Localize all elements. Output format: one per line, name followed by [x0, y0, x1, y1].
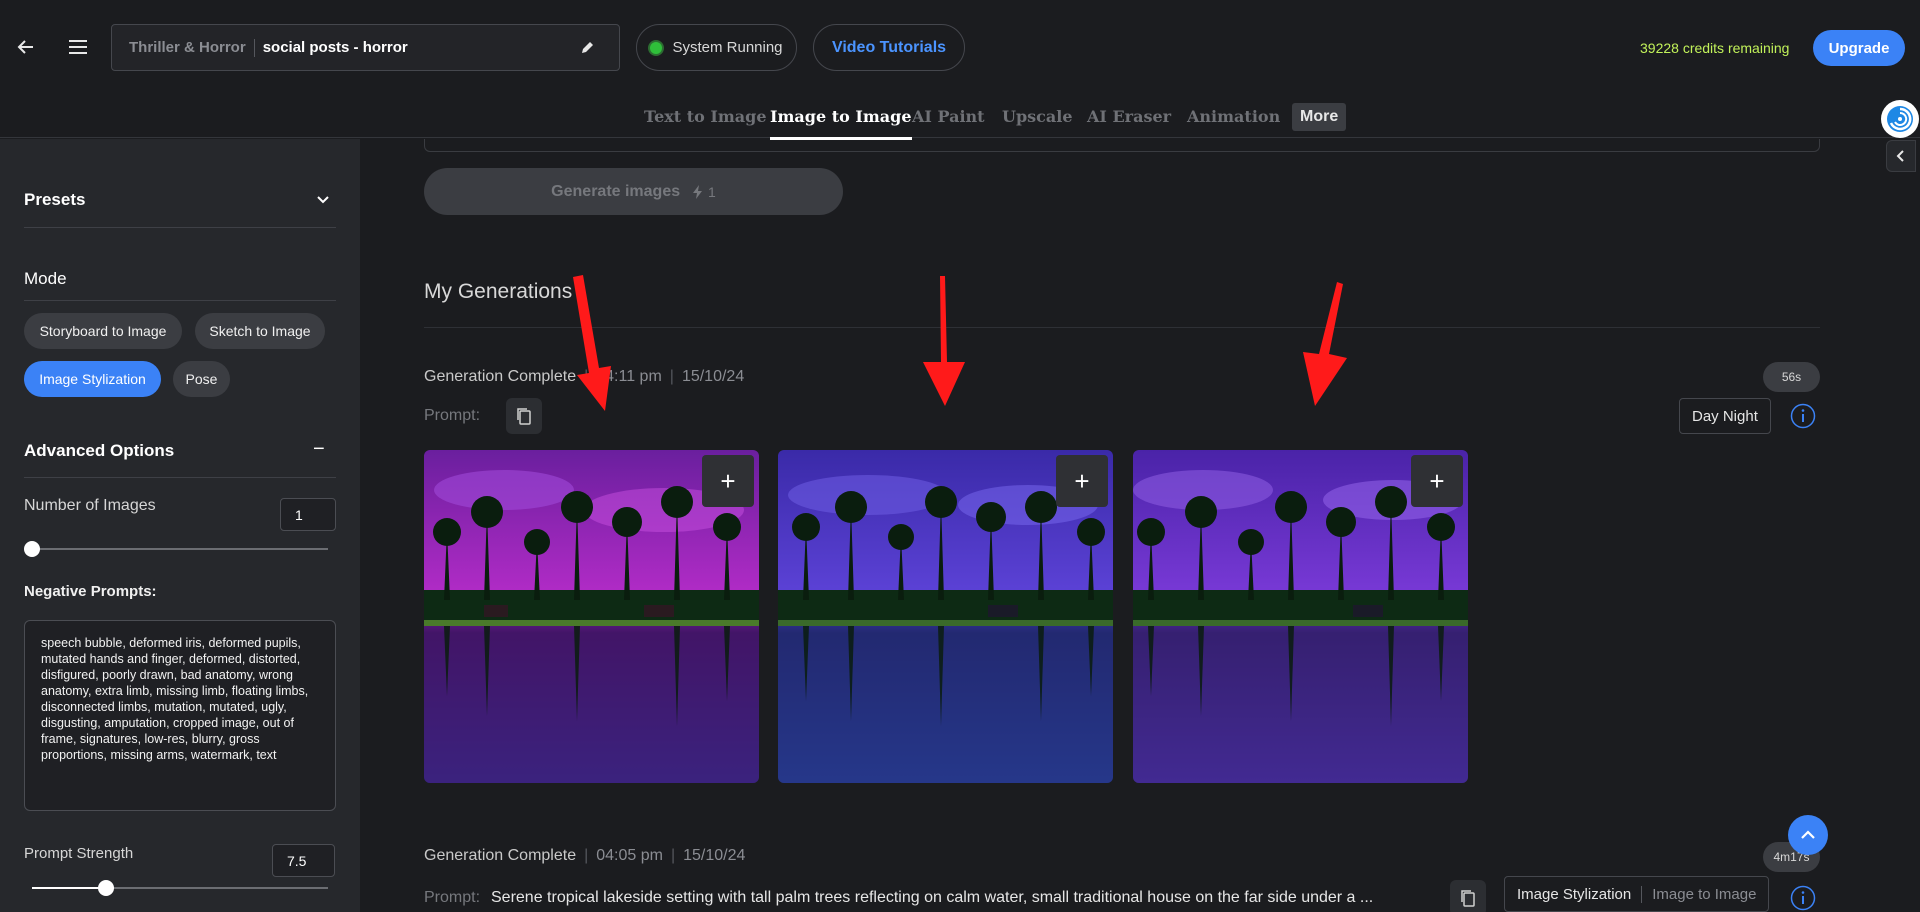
generate-label: Generate images	[551, 182, 681, 200]
mode-storyboard-to-image[interactable]: Storyboard to Image	[24, 313, 182, 349]
chevron-down-icon[interactable]	[315, 192, 331, 208]
mode-sketch-to-image[interactable]: Sketch to Image	[195, 313, 325, 349]
add-plus-button[interactable]: +	[702, 455, 754, 507]
brand-logo-icon[interactable]	[1881, 100, 1919, 138]
divider	[24, 227, 336, 228]
slider-thumb[interactable]	[98, 880, 114, 896]
generation-date: 15/10/24	[683, 847, 746, 864]
hamburger-menu-icon[interactable]	[64, 33, 92, 61]
mode-title: Mode	[24, 269, 67, 288]
collapse-minus-icon[interactable]: −	[313, 438, 325, 461]
project-name: social posts - horror	[262, 39, 408, 56]
mode-tag-label: Image Stylization	[1517, 885, 1632, 903]
credits-remaining: 39228 credits remaining	[1640, 40, 1790, 56]
tool-tabs: Text to Image Image to Image AI Paint Up…	[0, 100, 1920, 140]
prompt-label: Prompt:	[424, 407, 481, 424]
info-icon[interactable]	[1790, 403, 1816, 429]
divider	[24, 300, 336, 301]
status-text: Generation Complete	[424, 368, 577, 385]
tab-upscale[interactable]: Upscale	[1002, 107, 1073, 126]
red-annotation-arrow	[573, 275, 611, 411]
generated-image[interactable]: +	[778, 450, 1113, 783]
scroll-to-top-button[interactable]	[1788, 815, 1828, 855]
divider	[24, 477, 336, 478]
prompt-strength-label: Prompt Strength	[24, 845, 134, 862]
prompt-box-edge	[424, 139, 1820, 152]
status-dot-icon	[650, 41, 663, 54]
prompt-strength-slider[interactable]	[32, 880, 328, 896]
lightning-icon	[693, 184, 703, 199]
pencil-edit-icon[interactable]	[577, 38, 597, 58]
advanced-options-title[interactable]: Advanced Options	[24, 441, 174, 461]
copy-prompt-icon[interactable]	[506, 398, 542, 434]
status-text: Generation Complete	[424, 847, 577, 864]
prompt-text: Serene tropical lakeside setting with ta…	[491, 889, 1374, 906]
presets-title[interactable]: Presets	[24, 190, 85, 210]
tab-more[interactable]: More	[1292, 103, 1347, 131]
system-status-label: System Running	[672, 39, 783, 56]
credit-cost-value: 1	[708, 183, 716, 200]
app-window: Thriller & Horror social posts - horror …	[0, 0, 1920, 912]
generation-time: 04:05 pm	[596, 847, 663, 864]
project-category: Thriller & Horror	[112, 38, 255, 57]
collapse-panel-button[interactable]	[1886, 140, 1916, 172]
video-tutorials-button[interactable]: Video Tutorials	[813, 24, 965, 71]
mode-tag[interactable]: Image Stylization Image to Image	[1504, 876, 1770, 912]
style-tag-label: Day Night	[1692, 407, 1758, 425]
top-bar: Thriller & Horror social posts - horror …	[0, 0, 1920, 140]
tool-tag-label: Image to Image	[1641, 885, 1756, 903]
back-arrow-icon[interactable]	[12, 33, 40, 61]
duration-badge: 56s	[1763, 362, 1820, 392]
style-tag[interactable]: Day Night	[1679, 398, 1771, 434]
number-of-images-input[interactable]: 1	[280, 498, 336, 531]
tab-image-to-image[interactable]: Image to Image	[770, 107, 912, 140]
slider-fill	[32, 887, 106, 889]
info-icon[interactable]	[1790, 885, 1816, 911]
add-plus-button[interactable]: +	[1411, 455, 1463, 507]
red-annotation-arrow	[923, 276, 965, 406]
system-status-pill: System Running	[636, 24, 797, 71]
tab-text-to-image[interactable]: Text to Image	[644, 107, 767, 126]
settings-sidebar: Presets Mode Storyboard to Image Sketch …	[0, 139, 360, 912]
upgrade-button[interactable]: Upgrade	[1813, 30, 1905, 66]
my-generations-title: My Generations	[424, 280, 573, 303]
prompt-label: Prompt:	[424, 889, 481, 906]
negative-prompts-textarea[interactable]: speech bubble, deformed iris, deformed p…	[24, 620, 336, 811]
number-of-images-slider[interactable]	[24, 541, 328, 557]
generation-date: 15/10/24	[681, 368, 745, 385]
prompt-strength-input[interactable]: 7.5	[272, 844, 335, 877]
credit-cost: 1	[692, 184, 716, 200]
project-name-field[interactable]: Thriller & Horror social posts - horror	[111, 24, 620, 71]
generate-images-button[interactable]: Generate images 1	[424, 168, 843, 215]
generation-status: Generation Complete | 04:05 pm | 15/10/2…	[424, 847, 746, 864]
negative-prompts-label: Negative Prompts:	[24, 583, 157, 600]
mode-pose[interactable]: Pose	[173, 361, 230, 397]
generated-image[interactable]: +	[1133, 450, 1468, 783]
tab-ai-paint[interactable]: AI Paint	[912, 107, 985, 126]
number-of-images-label: Number of Images	[24, 497, 156, 514]
slider-thumb[interactable]	[24, 541, 40, 557]
generated-image[interactable]: +	[424, 450, 759, 783]
copy-prompt-icon[interactable]	[1450, 880, 1486, 912]
tab-ai-eraser[interactable]: AI Eraser	[1087, 107, 1171, 126]
red-annotation-arrow	[1303, 282, 1347, 406]
add-plus-button[interactable]: +	[1056, 455, 1108, 507]
mode-image-stylization[interactable]: Image Stylization	[24, 361, 161, 397]
tab-animation[interactable]: Animation	[1187, 107, 1280, 126]
